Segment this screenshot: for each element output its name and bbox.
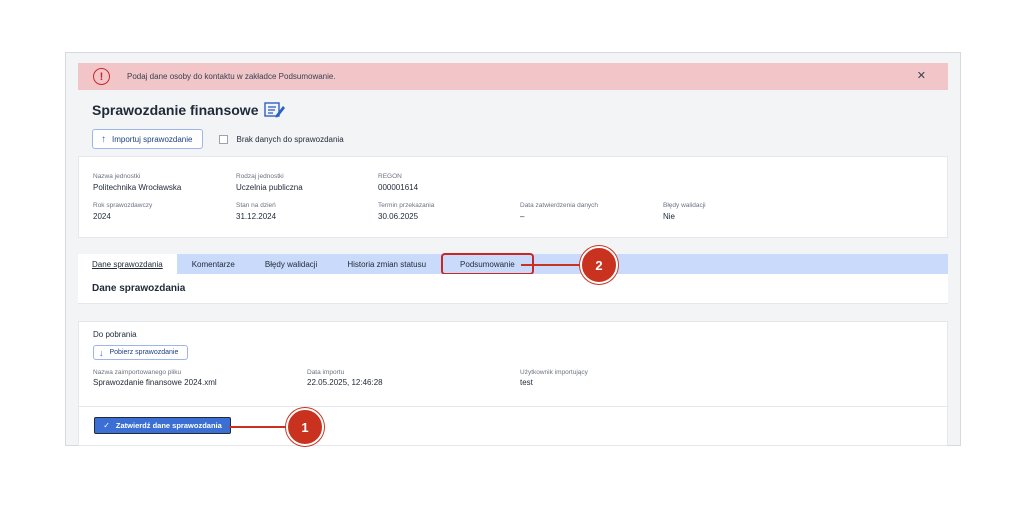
field-value: Politechnika Wrocławska: [93, 183, 182, 192]
divider: [79, 406, 947, 407]
info-field: Użytkownik importujący test: [520, 369, 588, 387]
no-data-checkbox[interactable]: [219, 134, 229, 144]
arrow-up-icon: ↑: [101, 133, 106, 145]
field-label: Użytkownik importujący: [520, 369, 588, 376]
callout-badge-2: 2: [580, 246, 618, 284]
info-field: Rodzaj jednostki Uczelnia publiczna: [236, 173, 303, 192]
import-report-label: Importuj sprawozdanie: [112, 134, 193, 144]
tab-historia-zmian-statusu[interactable]: Historia zmian statusu: [332, 254, 441, 274]
callout-line-1: [229, 426, 289, 428]
tab-komentarze[interactable]: Komentarze: [177, 254, 250, 274]
field-value: 22.05.2025, 12:46:28: [307, 378, 383, 387]
info-field: Nazwa zaimportowanego pliku Sprawozdanie…: [93, 369, 217, 387]
info-field: Stan na dzień 31.12.2024: [236, 202, 276, 221]
tab-bledy-walidacji[interactable]: Błędy walidacji: [250, 254, 332, 274]
no-data-checkbox-wrap[interactable]: Brak danych do sprawozdania: [219, 134, 344, 144]
download-title: Do pobrania: [93, 330, 137, 339]
field-label: Data zatwierdzenia danych: [520, 202, 599, 209]
import-report-button[interactable]: ↑ Importuj sprawozdanie: [92, 129, 204, 149]
field-label: Rodzaj jednostki: [236, 173, 284, 180]
toolbar: ↑ Importuj sprawozdanie Brak danych do s…: [92, 129, 344, 149]
field-value: Uczelnia publiczna: [236, 183, 303, 192]
alert-banner: ! Podaj dane osoby do kontaktu w zakładc…: [78, 63, 948, 90]
edit-document-icon: [264, 102, 286, 118]
alert-circle-icon: !: [93, 68, 110, 85]
field-value: 31.12.2024: [236, 212, 277, 221]
info-field: Nazwa jednostki Politechnika Wrocławska: [93, 173, 181, 192]
alert-text: Podaj dane osoby do kontaktu w zakładce …: [127, 72, 336, 81]
no-data-label: Brak danych do sprawozdania: [236, 134, 344, 144]
field-label: Nazwa zaimportowanego pliku: [93, 369, 182, 376]
field-value: –: [520, 212, 525, 221]
info-field: REGON 000001614: [378, 173, 418, 192]
callout-badge-1: 1: [286, 408, 324, 446]
field-label: Termin przekazania: [378, 202, 435, 209]
close-icon[interactable]: ✕: [917, 69, 926, 82]
download-report-label: Pobierz sprawozdanie: [109, 349, 179, 356]
page-title: Sprawozdanie finansowe: [92, 101, 259, 118]
info-field: Błędy walidacji Nie: [663, 202, 706, 221]
download-report-button[interactable]: ↓ Pobierz sprawozdanie: [93, 345, 189, 360]
info-field: Rok sprawozdawczy 2024: [93, 202, 152, 221]
field-value: Nie: [663, 212, 676, 221]
info-field: Termin przekazania 30.06.2025: [378, 202, 434, 221]
field-label: Błędy walidacji: [663, 202, 706, 209]
info-field: Data importu 22.05.2025, 12:46:28: [307, 369, 383, 387]
tab-dane-sprawozdania[interactable]: Dane sprawozdania: [78, 254, 177, 274]
confirm-report-label: Zatwierdź dane sprawozdania: [115, 421, 222, 430]
page-title-wrap: Sprawozdanie finansowe: [92, 101, 286, 118]
download-card: Do pobrania ↓ Pobierz sprawozdanie Nazwa…: [78, 321, 948, 446]
tab-podsumowanie[interactable]: Podsumowanie: [441, 253, 534, 275]
app-frame: ! Podaj dane osoby do kontaktu w zakładc…: [65, 52, 961, 446]
field-label: Nazwa jednostki: [93, 173, 141, 180]
field-label: Stan na dzień: [236, 202, 276, 209]
field-value: 30.06.2025: [378, 212, 419, 221]
callout-line-2: [521, 264, 583, 266]
section-title: Dane sprawozdania: [78, 274, 948, 304]
tab-bar: Dane sprawozdania Komentarze Błędy walid…: [78, 253, 948, 275]
field-label: Data importu: [307, 369, 345, 376]
field-value: Sprawozdanie finansowe 2024.xml: [93, 378, 217, 387]
field-value: 000001614: [378, 183, 419, 192]
field-label: REGON: [378, 173, 402, 180]
field-value: 2024: [93, 212, 111, 221]
info-field: Data zatwierdzenia danych –: [520, 202, 598, 221]
field-label: Rok sprawozdawczy: [93, 202, 153, 209]
check-icon: ✓: [103, 421, 110, 430]
confirm-report-button[interactable]: ✓ Zatwierdź dane sprawozdania: [94, 417, 231, 434]
arrow-down-icon: ↓: [99, 347, 104, 358]
report-info-card: Nazwa jednostki Politechnika Wrocławska …: [78, 156, 948, 238]
field-value: test: [520, 378, 533, 387]
